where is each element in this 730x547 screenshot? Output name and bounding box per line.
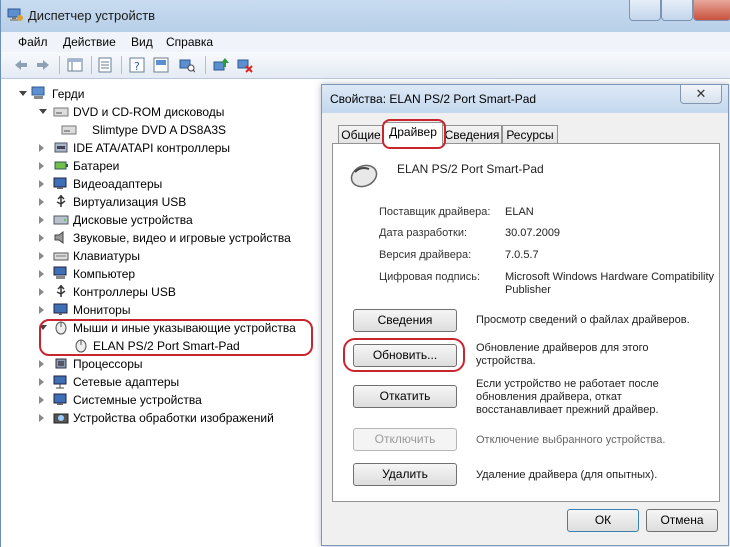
expand-icon[interactable]	[39, 396, 44, 404]
highlight-driver-tab	[382, 119, 446, 149]
tab-details[interactable]: Сведения	[442, 125, 502, 144]
rollback-driver-button[interactable]: Откатить	[353, 385, 457, 408]
expand-icon[interactable]	[39, 288, 44, 296]
expand-icon[interactable]	[39, 252, 44, 260]
expand-icon[interactable]	[39, 216, 44, 224]
update-driver-icon[interactable]	[213, 57, 229, 73]
menu-file[interactable]: Файл	[18, 35, 48, 49]
help-icon[interactable]: ?	[129, 57, 145, 73]
display-adapter-icon	[53, 177, 67, 189]
disk-drive-icon	[53, 215, 69, 225]
uninstall-description: Удаление драйвера (для опытных).	[476, 469, 658, 481]
maximize-button[interactable]	[661, 0, 693, 21]
usb-icon	[56, 194, 66, 207]
properties-dialog: Свойства: ELAN PS/2 Port Smart-Pad ✕ Общ…	[321, 84, 729, 546]
window-title: Диспетчер устройств	[28, 8, 156, 23]
uninstall-driver-button[interactable]: Удалить	[353, 463, 457, 486]
device-tree: Герди DVD и CD-ROM дисководы Slimtype DV…	[1, 79, 321, 547]
usb-icon	[56, 284, 66, 297]
speaker-icon	[54, 231, 64, 244]
battery-icon	[54, 161, 68, 170]
rollback-description-2: обновления драйвера, откат	[476, 391, 622, 403]
driver-details-button[interactable]: Сведения	[353, 309, 457, 332]
dialog-title-bar: Свойства: ELAN PS/2 Port Smart-Pad ✕	[322, 85, 728, 113]
version-label: Версия драйвера:	[379, 249, 472, 261]
processor-icon	[55, 358, 67, 369]
expand-icon[interactable]	[39, 180, 44, 188]
signer-value-line2: Publisher	[505, 284, 551, 296]
svg-text:?: ?	[134, 60, 140, 73]
forward-arrow-icon[interactable]	[35, 57, 51, 73]
provider-label: Поставщик драйвера:	[379, 206, 491, 218]
keyboard-icon	[53, 252, 69, 261]
highlight-mice-category	[39, 319, 313, 356]
menu-view[interactable]: Вид	[131, 35, 153, 49]
dvd-drive-icon	[61, 125, 77, 135]
expand-icon[interactable]	[39, 270, 44, 278]
device-manager-window: Диспетчер устройств Файл Действие Вид Сп…	[0, 0, 730, 547]
device-manager-icon	[7, 8, 23, 21]
mouse-icon	[350, 164, 378, 188]
dialog-close-button[interactable]: ✕	[680, 85, 722, 104]
monitor-icon	[53, 303, 68, 315]
ide-controller-icon	[54, 142, 68, 153]
title-bar: Диспетчер устройств	[1, 0, 730, 32]
expand-icon[interactable]	[39, 414, 44, 422]
menu-action[interactable]: Действие	[63, 35, 116, 49]
computer-icon	[53, 266, 67, 279]
rollback-description-1: Если устройство не работает после	[476, 378, 659, 390]
expand-icon[interactable]	[39, 360, 44, 368]
collapse-icon[interactable]	[39, 109, 47, 114]
provider-value: ELAN	[505, 206, 534, 218]
console-tree-icon[interactable]	[67, 57, 83, 73]
signer-label: Цифровая подпись:	[379, 271, 481, 283]
device-name: ELAN PS/2 Port Smart-Pad	[397, 162, 544, 176]
expand-icon[interactable]	[39, 234, 44, 242]
show-hidden-icon[interactable]	[153, 57, 169, 73]
expand-icon[interactable]	[39, 378, 44, 386]
tab-resources[interactable]: Ресурсы	[502, 125, 558, 144]
dvd-drive-icon	[53, 107, 69, 117]
dialog-title: Свойства: ELAN PS/2 Port Smart-Pad	[330, 92, 537, 106]
version-value: 7.0.5.7	[505, 249, 539, 261]
highlight-update-button	[343, 338, 465, 372]
disable-device-button: Отключить	[353, 428, 457, 451]
system-device-icon	[53, 393, 67, 405]
date-value: 30.07.2009	[505, 227, 561, 239]
computer-icon	[31, 86, 45, 99]
update-description-1: Обновление драйверов для этого	[476, 342, 649, 354]
update-description-2: устройства.	[476, 355, 536, 367]
tab-general[interactable]: Общие	[338, 125, 384, 144]
uninstall-icon[interactable]	[237, 57, 253, 73]
collapse-icon[interactable]	[19, 91, 27, 96]
expand-icon[interactable]	[39, 144, 44, 152]
close-window-button[interactable]	[693, 0, 730, 21]
minimize-button[interactable]	[629, 0, 661, 21]
back-arrow-icon[interactable]	[13, 57, 29, 73]
expand-icon[interactable]	[39, 162, 44, 170]
menu-help[interactable]: Справка	[166, 35, 213, 49]
details-description: Просмотр сведений о файлах драйверов.	[476, 314, 690, 326]
menu-bar: Файл Действие Вид Справка	[1, 32, 730, 52]
rollback-description-3: восстанавливает прежний драйвер.	[476, 404, 659, 416]
driver-tab-panel: ELAN PS/2 Port Smart-Pad Поставщик драйв…	[332, 143, 720, 502]
date-label: Дата разработки:	[379, 227, 468, 239]
toolbar: ?	[1, 52, 730, 79]
ok-button[interactable]: ОК	[567, 509, 639, 532]
scan-hardware-icon[interactable]	[179, 57, 195, 73]
camera-icon	[53, 413, 69, 424]
properties-icon[interactable]	[97, 57, 113, 73]
network-adapter-icon	[53, 375, 67, 389]
cancel-button[interactable]: Отмена	[646, 509, 718, 532]
signer-value-line1: Microsoft Windows Hardware Compatibility	[505, 271, 715, 283]
expand-icon[interactable]	[39, 198, 44, 206]
expand-icon[interactable]	[39, 306, 44, 314]
disable-description: Отключение выбранного устройства.	[476, 434, 666, 446]
